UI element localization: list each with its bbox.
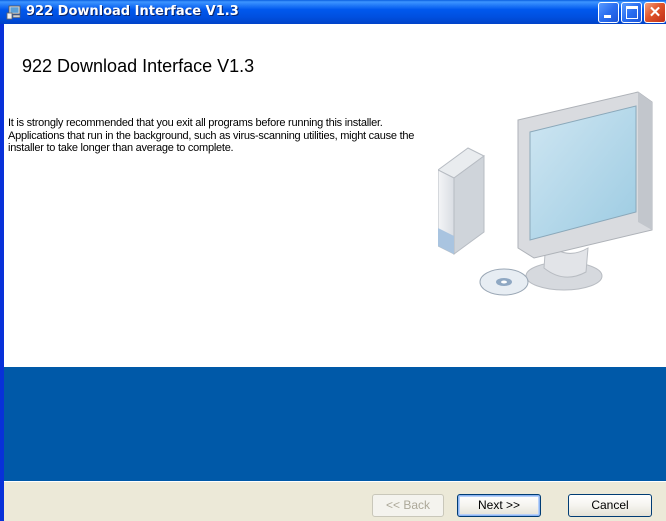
cancel-button[interactable]: Cancel bbox=[568, 494, 652, 517]
next-button[interactable]: Next >> bbox=[457, 494, 541, 517]
instructions-text: It is strongly recommended that you exit… bbox=[8, 117, 415, 154]
window-title: 922 Download Interface V1.3 bbox=[26, 4, 239, 19]
button-bar bbox=[4, 481, 666, 521]
close-icon: ✕ bbox=[648, 4, 662, 21]
banner-band bbox=[4, 367, 666, 481]
title-bar[interactable]: 922 Download Interface V1.3 ✕ bbox=[0, 0, 666, 24]
installer-computer-icon bbox=[6, 5, 21, 20]
page-title: 922 Download Interface V1.3 bbox=[22, 56, 255, 76]
back-button[interactable]: << Back bbox=[372, 494, 444, 517]
installer-window: 922 Download Interface V1.3 ✕ 922 Downlo… bbox=[0, 0, 666, 521]
maximize-button[interactable] bbox=[621, 2, 642, 23]
close-button[interactable]: ✕ bbox=[644, 2, 666, 23]
computer-illustration bbox=[438, 91, 653, 296]
minimize-button[interactable] bbox=[598, 2, 619, 23]
